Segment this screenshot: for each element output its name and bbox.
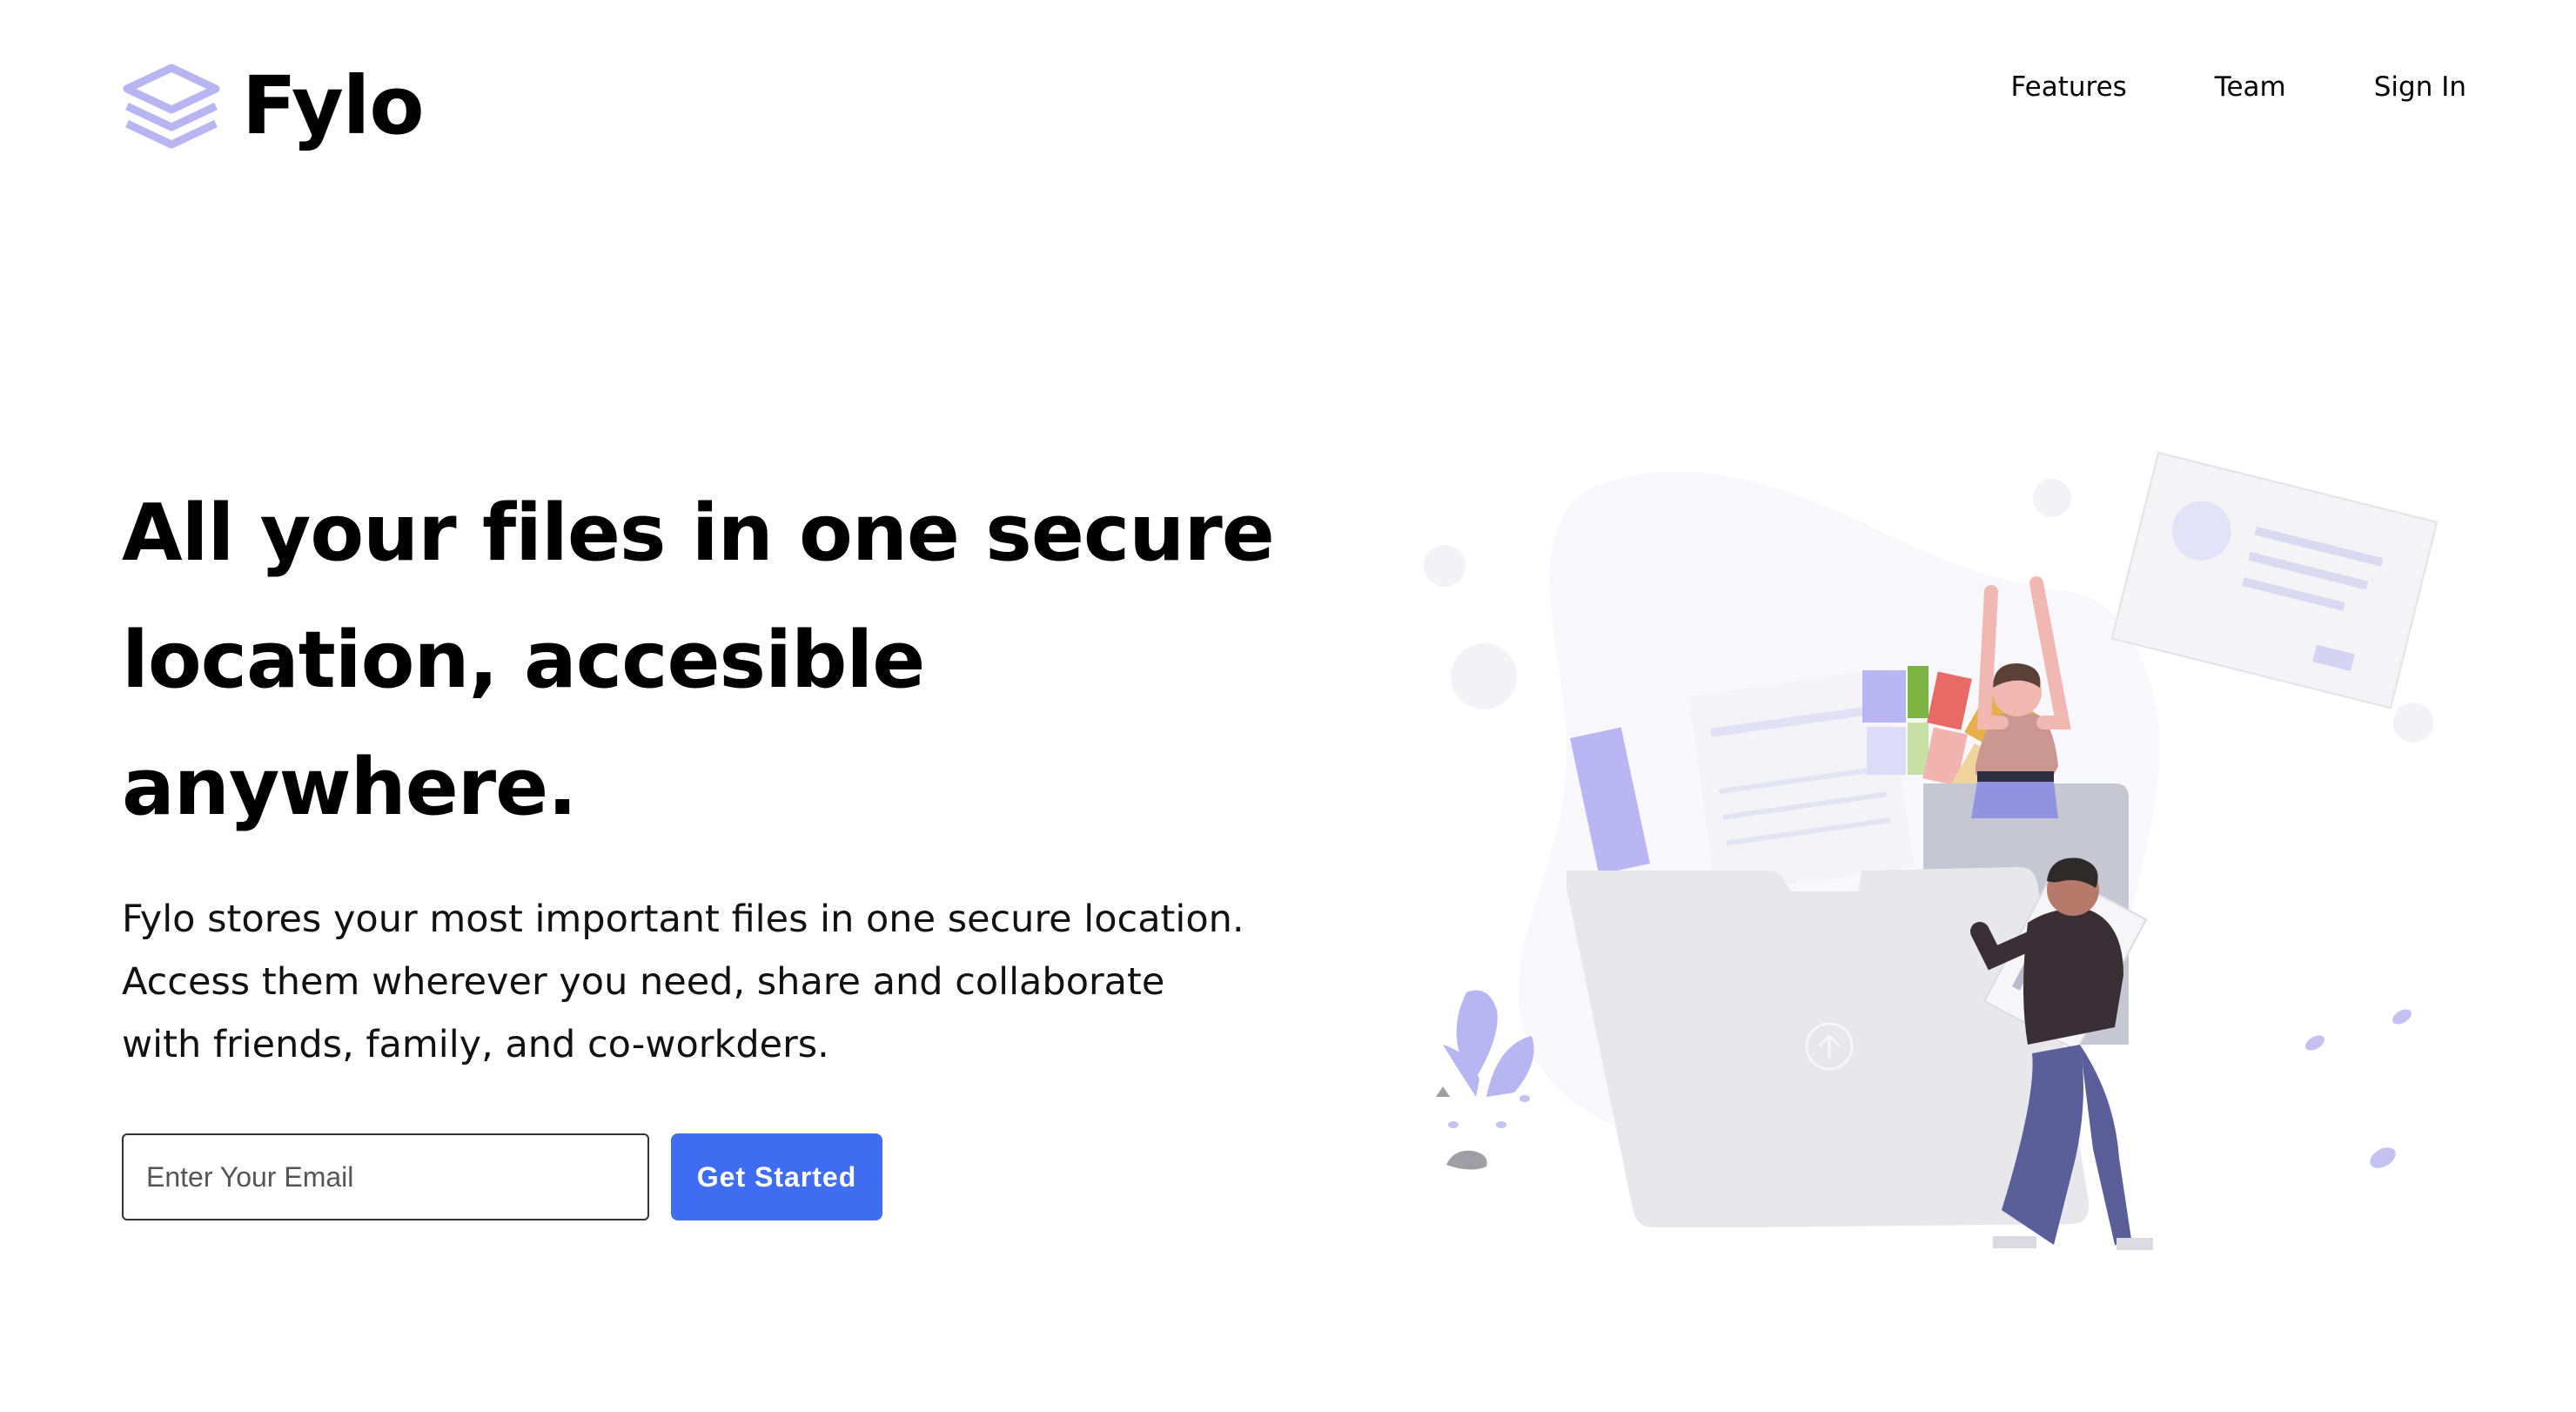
nav-link-sign-in[interactable]: Sign In — [2374, 71, 2466, 103]
brand-logo[interactable]: Fylo — [122, 59, 425, 152]
brand-name: Fylo — [242, 59, 425, 152]
nav-link-features[interactable]: Features — [2011, 71, 2127, 103]
hero-title: All your files in one secure location, a… — [122, 487, 1275, 833]
folder-front — [1566, 867, 2090, 1227]
nav-link-team[interactable]: Team — [2215, 71, 2286, 103]
main-nav: Features Team Sign In — [2011, 71, 2467, 103]
email-input[interactable] — [122, 1133, 649, 1220]
hero-description: Fylo stores your most important files in… — [122, 898, 1244, 1066]
stacked-layers-icon — [123, 64, 220, 149]
signup-form: Get Started — [122, 1133, 882, 1220]
get-started-button[interactable]: Get Started — [671, 1133, 882, 1220]
profile-card — [2110, 451, 2438, 709]
files-folder-people-illustration — [1424, 451, 2438, 1250]
decor-circle — [2393, 703, 2433, 743]
rock-decoration — [1446, 1150, 1487, 1170]
decor-circle — [1451, 643, 1517, 709]
decor-circle — [1424, 545, 1466, 587]
decor-circle — [2033, 479, 2071, 517]
